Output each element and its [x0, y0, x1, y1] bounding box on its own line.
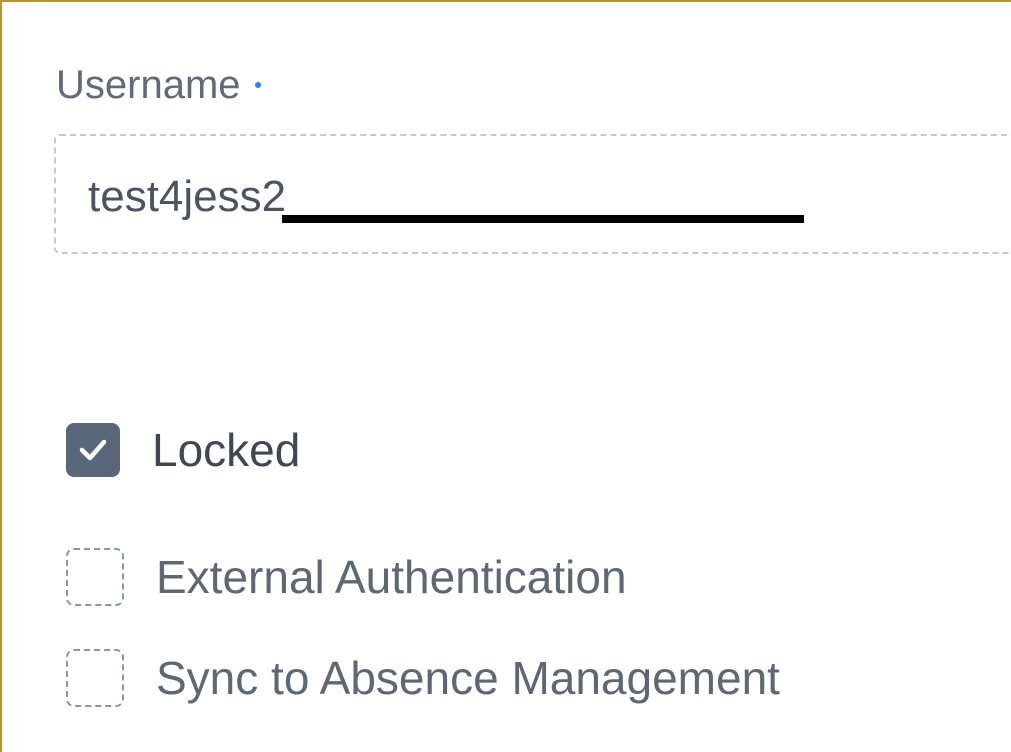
sync-absence-management-checkbox-row[interactable]: Sync to Absence Management	[66, 648, 780, 708]
external-authentication-checkbox[interactable]	[66, 548, 124, 606]
external-authentication-checkbox-row[interactable]: External Authentication	[66, 547, 627, 607]
sync-absence-management-label: Sync to Absence Management	[156, 652, 780, 704]
username-label-text: Username	[56, 63, 241, 107]
locked-label: Locked	[152, 424, 301, 476]
sync-absence-management-checkbox[interactable]	[66, 649, 124, 707]
locked-checkbox[interactable]	[66, 423, 120, 477]
check-icon	[79, 439, 107, 461]
form-panel: Username test4jess2 Locked External Auth…	[0, 0, 1011, 752]
required-indicator-icon	[254, 82, 261, 89]
redaction-bar	[282, 215, 804, 223]
locked-checkbox-row[interactable]: Locked	[66, 420, 300, 480]
username-input-value: test4jess2	[88, 172, 287, 221]
external-authentication-label: External Authentication	[156, 551, 627, 603]
username-input[interactable]: test4jess2	[54, 134, 1011, 254]
username-label: Username	[56, 62, 261, 108]
